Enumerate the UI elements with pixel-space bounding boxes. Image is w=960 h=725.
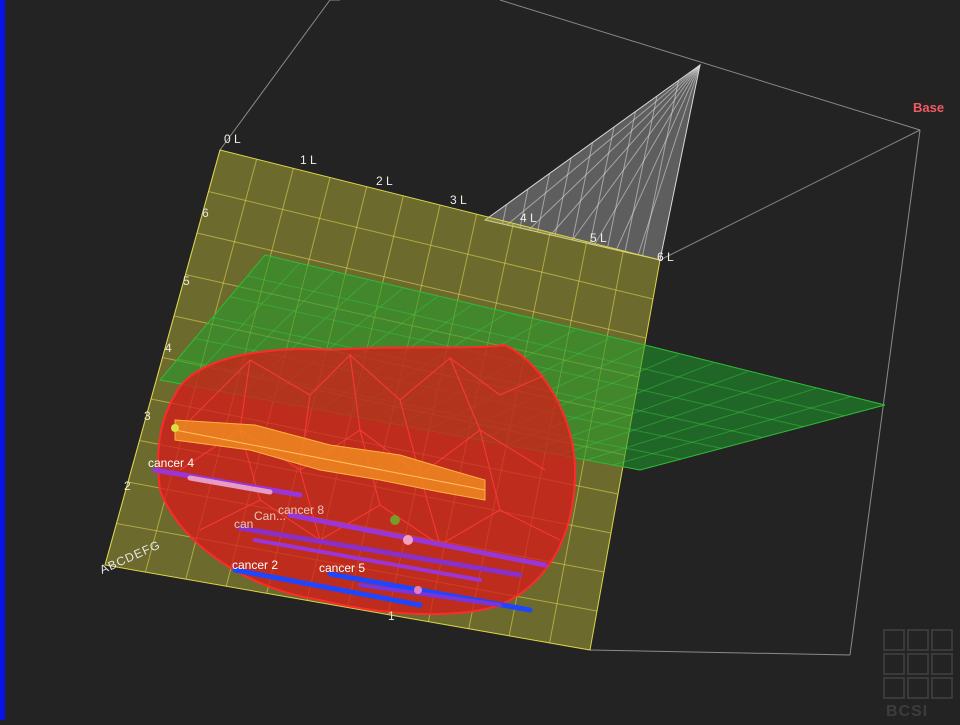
3d-viewport[interactable]: 0 L 1 L 2 L 3 L 4 L 5 L 6 L 6 5 4 3 2 1 … (0, 0, 960, 720)
grid-row-number: 1 (388, 609, 395, 623)
grid-row-number: 3 (144, 409, 151, 423)
grid-column-label: 0 L (224, 132, 241, 146)
grid-column-label: 1 L (300, 153, 317, 167)
cancer-label-can-b: can (234, 517, 253, 531)
bcsi-logo-text: BCSI (886, 703, 928, 720)
grid-row-number: 4 (165, 341, 172, 355)
cancer-label-can-a: Can... (254, 509, 286, 523)
grid-column-label: 6 L (657, 250, 674, 264)
grid-row-number: 5 (183, 274, 190, 288)
cancer-label-2: cancer 2 (232, 558, 278, 572)
grid-row-number: 2 (124, 479, 131, 493)
grid-row-number: 6 (202, 206, 209, 220)
viewport-left-edge (0, 0, 5, 720)
grid-column-label: 5 L (590, 231, 607, 245)
grid-column-label: 3 L (450, 193, 467, 207)
prostate-3d-scene[interactable]: 0 L 1 L 2 L 3 L 4 L 5 L 6 L 6 5 4 3 2 1 … (0, 0, 960, 720)
grid-column-label: 2 L (376, 174, 393, 188)
cancer-label-5: cancer 5 (319, 561, 365, 575)
grid-column-label: 4 L (520, 211, 537, 225)
base-label: Base (913, 100, 944, 115)
bcsi-logo (883, 629, 953, 699)
cancer-label-4: cancer 4 (148, 456, 194, 470)
